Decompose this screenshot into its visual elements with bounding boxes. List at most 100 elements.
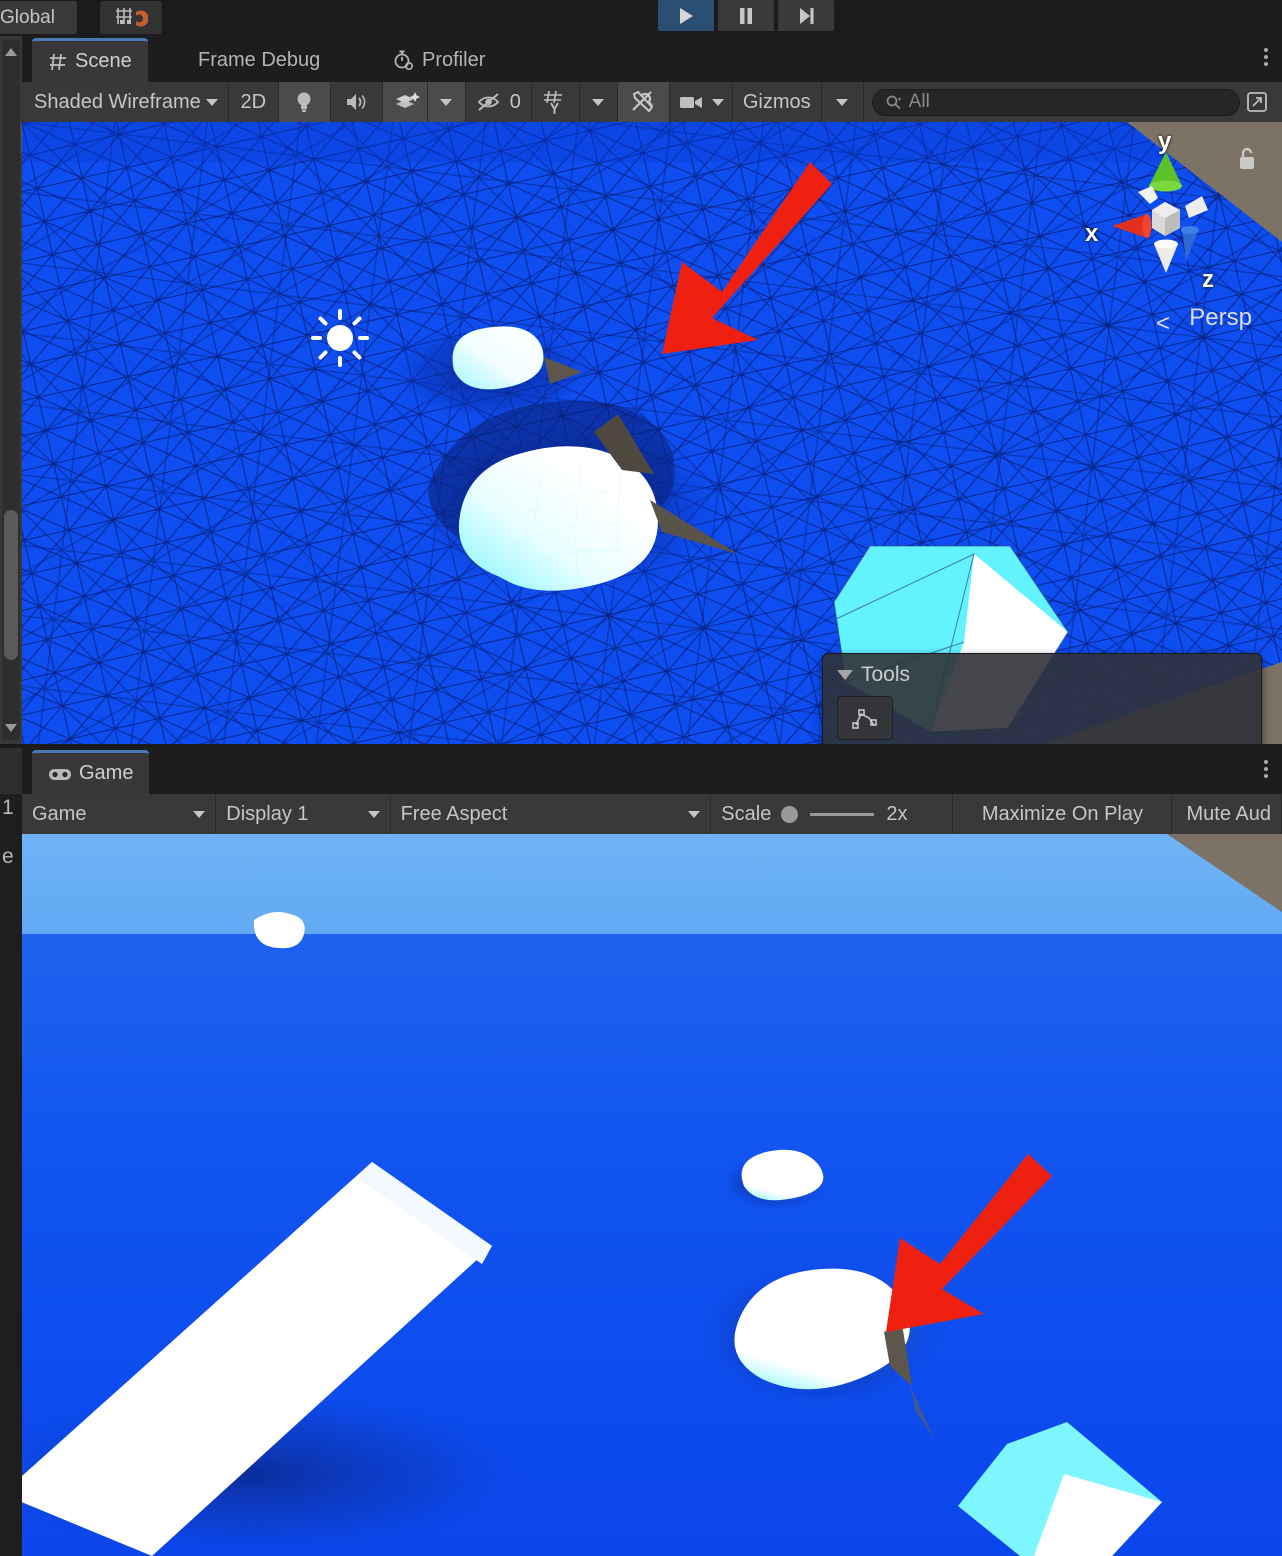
game-viewport[interactable] (22, 834, 1282, 1556)
scene-orientation-gizmo[interactable]: y x z (1085, 128, 1254, 310)
tab-profiler-label: Profiler (422, 48, 486, 71)
left-panel-edge-lower (0, 748, 22, 1556)
main-toolbar: Global (0, 0, 1282, 36)
step-icon[interactable] (778, 0, 834, 31)
audio-toggle[interactable] (330, 82, 383, 122)
scroll-down-arrow[interactable] (5, 724, 17, 732)
grid-toggle[interactable] (531, 82, 580, 122)
tools-overlay[interactable]: Tools (822, 653, 1262, 744)
search-icon (886, 95, 901, 110)
lighting-toggle[interactable] (278, 82, 331, 122)
chevron-down-icon (711, 98, 724, 106)
game-view-mode-label: Game (32, 802, 87, 825)
effects-dropdown[interactable] (427, 82, 466, 122)
left-fragment-e: e (2, 845, 14, 868)
chevron-down-icon (205, 98, 218, 106)
tools-icon (632, 90, 654, 113)
unlock-icon (1240, 147, 1254, 169)
playback-controls (658, 0, 834, 31)
tab-game[interactable]: Game (32, 750, 150, 794)
effects-toggle[interactable] (382, 82, 428, 122)
projection-label[interactable]: Persp (1189, 304, 1252, 332)
aspect-dropdown[interactable]: Free Aspect (390, 794, 712, 834)
game-panel: Game Game Display 1 Free Aspect Scale 2x (22, 748, 1282, 1556)
maximize-on-play-label: Maximize On Play (981, 802, 1143, 825)
gizmos-toggle[interactable]: Gizmos (732, 82, 822, 122)
scene-viewport[interactable]: y x z < Persp Tools (22, 122, 1282, 744)
chevron-down-icon (367, 810, 380, 818)
stopwatch-icon (394, 50, 414, 71)
chevron-down-icon (836, 98, 849, 106)
scene-panel: Scene Frame Debug Profiler Shaded Wirefr… (22, 36, 1282, 744)
scale-value: 2x (886, 802, 908, 825)
search-placeholder: All (908, 91, 930, 112)
kebab-menu-icon[interactable] (1264, 48, 1268, 66)
gizmo-axis-y-label[interactable]: y (1158, 128, 1171, 156)
tab-scene[interactable]: Scene (32, 38, 148, 82)
aspect-label: Free Aspect (400, 802, 508, 825)
scene-grid-icon (50, 53, 66, 70)
search-input[interactable]: All (871, 88, 1240, 116)
scene-tabbar: Scene Frame Debug Profiler (22, 36, 1282, 82)
scene-camera-dropdown[interactable] (669, 82, 733, 122)
draw-mode-label: Shaded Wireframe (34, 90, 201, 113)
mute-audio-label: Mute Aud (1186, 802, 1271, 825)
scale-label: Scale (721, 802, 772, 825)
scrollbar-thumb[interactable] (4, 510, 18, 660)
gamepad-icon (49, 768, 71, 780)
kebab-menu-icon[interactable] (1264, 760, 1268, 778)
scene-search-container: All (863, 82, 1282, 122)
pivot-rotation-label: Global (0, 7, 55, 28)
chevron-down-icon (688, 810, 701, 818)
tab-frame-debug[interactable]: Frame Debug (182, 38, 336, 82)
camera-icon (679, 97, 702, 108)
scale-slider-track[interactable] (810, 812, 875, 816)
gizmo-axis-x-label[interactable]: x (1085, 220, 1098, 248)
tools-overlay-title: Tools (861, 663, 911, 686)
mute-audio-toggle[interactable]: Mute Aud (1172, 794, 1282, 834)
toggle-2d[interactable]: 2D (228, 82, 279, 122)
play-icon[interactable] (658, 0, 714, 31)
unity-editor-window: Global 1 e Scene Frame Debug Profiler Sh… (0, 0, 1282, 1556)
tab-game-label: Game (79, 762, 134, 784)
custom-editor-tool-icon[interactable] (837, 696, 893, 740)
game-tabbar: Game (22, 748, 1282, 794)
mode-2d-label: 2D (240, 90, 267, 113)
chevron-down-icon (193, 810, 206, 818)
maximize-on-play-toggle[interactable]: Maximize On Play (953, 794, 1173, 834)
hidden-count: 0 (509, 90, 521, 113)
vertical-scrollbar[interactable] (2, 40, 20, 740)
pause-icon[interactable] (718, 0, 774, 31)
triangle-down-icon[interactable] (837, 670, 853, 680)
magnet-snap-icon[interactable] (100, 1, 162, 34)
left-tab-fragment[interactable] (0, 748, 22, 794)
left-fragment-1: 1 (2, 796, 14, 819)
open-window-icon[interactable] (1240, 90, 1274, 114)
grid-axis-icon (544, 90, 563, 114)
fx-layers-icon (395, 92, 420, 108)
scale-slider[interactable]: Scale 2x (711, 794, 954, 834)
chevron-down-icon (592, 98, 605, 106)
scene-tools-button[interactable] (617, 82, 670, 122)
tools-overlay-header[interactable]: Tools (823, 654, 1261, 687)
pivot-rotation-toggle[interactable]: Global (0, 1, 77, 34)
hidden-objects-toggle[interactable]: 0 (465, 82, 532, 122)
scale-slider-knob[interactable] (781, 805, 799, 823)
draw-mode-dropdown[interactable]: Shaded Wireframe (22, 82, 229, 122)
gizmos-label: Gizmos (742, 90, 811, 113)
game-render (22, 834, 1282, 1556)
chevron-down-icon (440, 98, 453, 106)
game-view-mode-dropdown[interactable]: Game (22, 794, 217, 834)
scene-view-toolbar: Shaded Wireframe 2D 0 Gizmos All (22, 82, 1282, 122)
speaker-icon (347, 94, 366, 110)
display-dropdown[interactable]: Display 1 (216, 794, 391, 834)
persp-chevron-icon: < (1155, 310, 1170, 337)
tab-profiler[interactable]: Profiler (377, 38, 501, 82)
lightbulb-icon (297, 92, 311, 112)
scroll-up-arrow[interactable] (5, 48, 17, 56)
gizmos-dropdown[interactable] (821, 82, 864, 122)
directional-light-sun-icon (311, 309, 369, 367)
gizmo-axis-z-label[interactable]: z (1202, 266, 1214, 294)
tab-scene-label: Scene (75, 50, 132, 72)
grid-dropdown[interactable] (579, 82, 618, 122)
